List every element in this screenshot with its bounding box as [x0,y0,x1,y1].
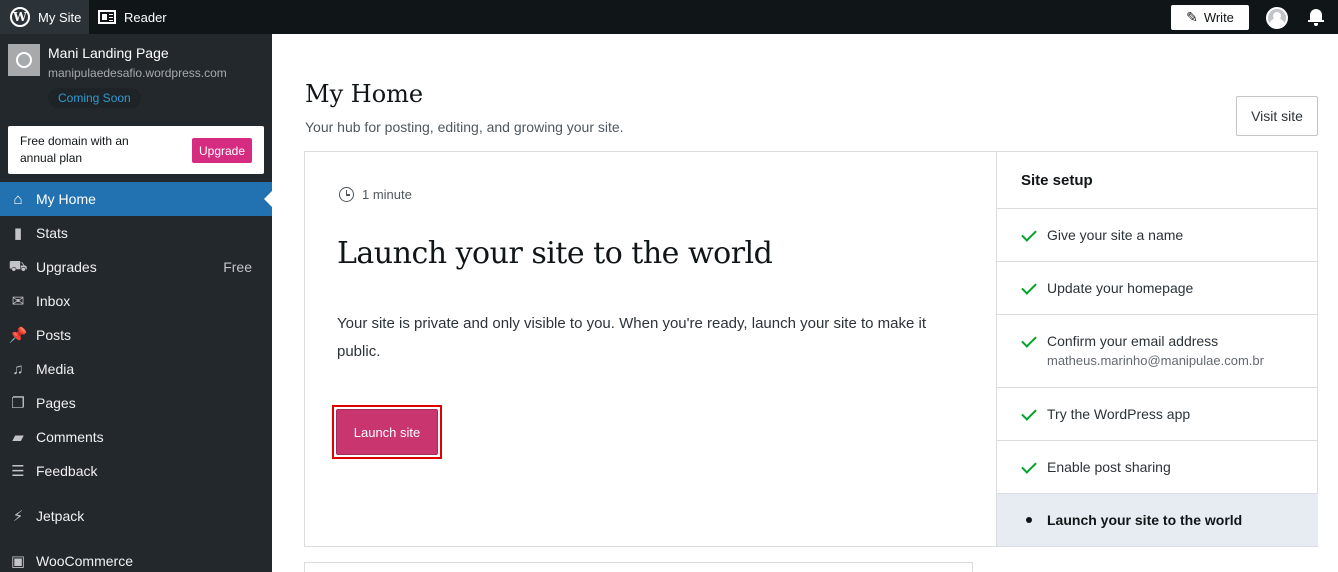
setup-item-label: Confirm your email address [1047,333,1219,349]
page-title: My Home [305,80,424,108]
my-site-label: My Site [38,9,82,25]
sidebar-item-comments[interactable]: ▰ Comments [0,420,272,454]
avatar[interactable] [1266,7,1288,29]
sidebar-item-label: Inbox [36,293,71,309]
bullet-icon [1026,517,1032,523]
sidebar-item-pages[interactable]: ❐ Pages [0,386,272,420]
stats-icon: ▮ [13,225,23,242]
sidebar-item-label: Stats [36,225,68,241]
sidebar-item-label: Upgrades [36,259,97,275]
task-description: Your site is private and only visible to… [337,315,926,360]
pen-icon: ✎ [1186,9,1198,25]
pin-icon: 📌 [8,327,28,344]
sidebar-item-feedback[interactable]: ☰ Feedback [0,454,272,488]
jetpack-icon: ⚡ [12,508,24,525]
page-subtitle: Your hub for posting, editing, and growi… [305,119,624,135]
write-label: Write [1203,10,1234,25]
upgrades-badge: Free [223,259,252,275]
site-setup-title: Site setup [1021,172,1093,189]
launch-site-button[interactable]: Launch site [336,409,438,455]
site-name[interactable]: Mani Landing Page [48,45,169,61]
sidebar-item-label: Jetpack [36,508,85,524]
sidebar-item-upgrades[interactable]: ⛟ Upgrades Free [0,250,272,284]
sidebar-item-media[interactable]: ♫ Media [0,352,272,386]
setup-item-email-address: matheus.marinho@manipulae.com.br [1047,353,1264,368]
woo-icon: ▣ [10,553,26,570]
site-globe-icon[interactable] [8,44,40,76]
setup-item-label: Try the WordPress app [1047,406,1191,422]
task-title: Launch your site to the world [337,236,773,271]
site-setup-checklist: Site setup Give your site a name Update … [996,152,1318,546]
reader-button[interactable]: Reader [98,0,167,34]
sidebar: Mani Landing Page manipulaedesafio.wordp… [0,34,272,572]
setup-item-site-name[interactable]: Give your site a name [997,209,1318,262]
sidebar-item-label: Pages [36,395,76,411]
site-url[interactable]: manipulaedesafio.wordpress.com [48,66,227,80]
sidebar-item-label: Feedback [36,463,98,479]
setup-item-label: Enable post sharing [1047,459,1171,475]
mail-icon: ✉ [11,293,25,310]
wordpress-logo-icon: W [10,7,30,27]
sidebar-item-posts[interactable]: 📌 Posts [0,318,272,352]
write-button[interactable]: ✎ Write [1171,5,1249,30]
sidebar-item-label: My Home [36,191,96,207]
sidebar-item-inbox[interactable]: ✉ Inbox [0,284,272,318]
upsell-text: Free domain with an annual plan [20,134,129,165]
sidebar-item-woocommerce[interactable]: ▣ WooCommerce [0,544,272,572]
checkmark-icon [1021,279,1037,295]
site-setup-header: Site setup [997,152,1318,209]
reader-label: Reader [124,9,167,25]
top-bar: W My Site Reader ✎ Write [0,0,1338,34]
media-icon: ♫ [12,360,24,378]
checkmark-icon [1021,405,1037,421]
pages-icon: ❐ [11,395,25,412]
task-duration: 1 minute [339,187,412,202]
setup-item-launch[interactable]: Launch your site to the world [997,494,1318,546]
domain-upsell: Free domain with an annual plan Upgrade [8,126,264,174]
cart-icon: ⛟ [8,257,28,275]
status-badge: Coming Soon [48,88,141,108]
checkmark-icon [1021,226,1037,242]
my-site-button[interactable]: W My Site [0,0,89,34]
sidebar-item-label: Comments [36,429,104,445]
sidebar-item-label: WooCommerce [36,553,133,569]
setup-item-label: Launch your site to the world [1047,512,1243,528]
feedback-icon: ☰ [11,463,25,480]
setup-item-label: Give your site a name [1047,227,1184,243]
launch-task-card: 1 minute Launch your site to the world Y… [304,151,1318,547]
sidebar-item-label: Media [36,361,75,377]
main-content: My Home Your hub for posting, editing, a… [272,34,1338,572]
sidebar-item-jetpack[interactable]: ⚡ Jetpack [0,499,272,533]
setup-item-app[interactable]: Try the WordPress app [997,388,1318,441]
upgrade-button[interactable]: Upgrade [192,138,252,163]
clock-icon [339,187,354,202]
task-time-label: 1 minute [362,187,412,202]
setup-item-homepage[interactable]: Update your homepage [997,262,1318,315]
task-panel: 1 minute Launch your site to the world Y… [305,152,997,546]
notifications-bell-icon[interactable] [1308,8,1324,26]
reader-icon [98,10,116,24]
sidebar-item-my-home[interactable]: ⌂ My Home [0,182,272,216]
checkmark-icon [1021,458,1037,474]
home-icon: ⌂ [13,190,23,208]
sidebar-item-stats[interactable]: ▮ Stats [0,216,272,250]
comment-icon: ▰ [12,429,24,446]
setup-item-label: Update your homepage [1047,280,1194,296]
visit-site-button[interactable]: Visit site [1236,96,1318,136]
setup-item-email[interactable]: Confirm your email address matheus.marin… [997,315,1318,388]
sidebar-item-label: Posts [36,327,72,343]
checkmark-icon [1021,332,1037,348]
next-card [304,562,973,572]
setup-item-post-sharing[interactable]: Enable post sharing [997,441,1318,494]
